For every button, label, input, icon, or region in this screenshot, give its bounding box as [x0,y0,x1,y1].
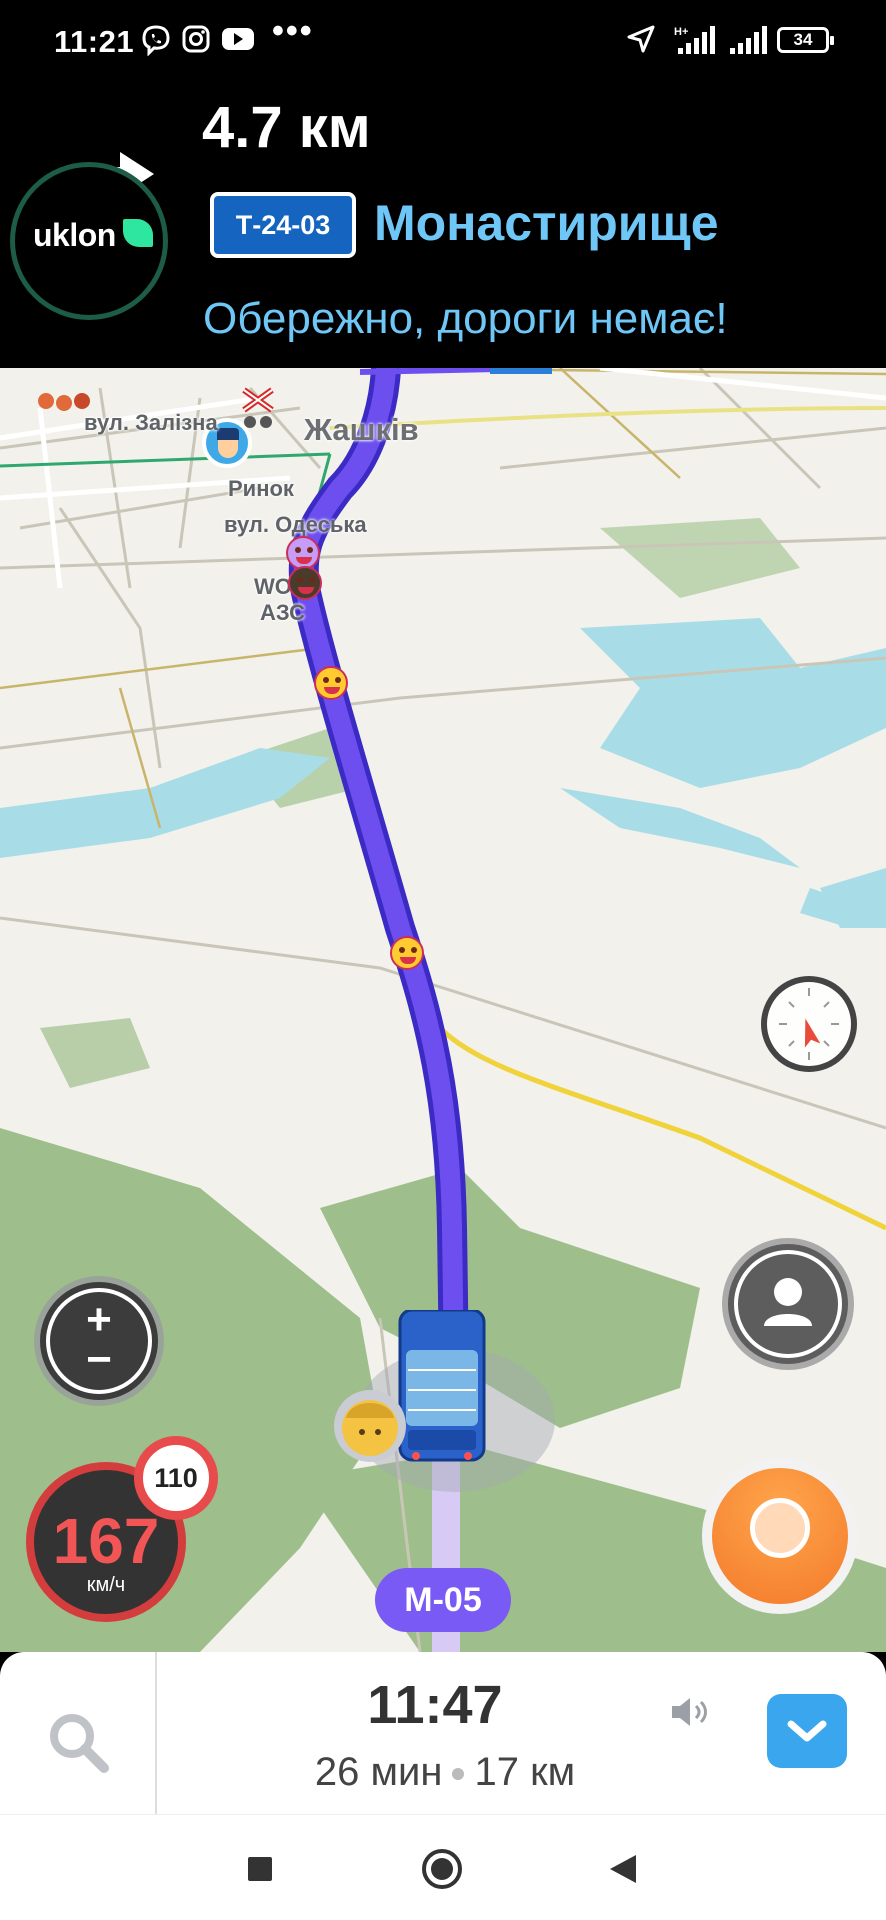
back-icon[interactable] [608,1853,638,1885]
chevron-down-icon [787,1720,827,1742]
wazer-pin[interactable] [286,536,320,570]
signal-icon [730,26,767,54]
railway-crossing-icon [242,387,274,428]
instagram-icon [182,25,210,53]
speed-unit: км/ч [86,1574,126,1596]
map-view[interactable]: вул. Залізна Жашків Ринок вул. Одеська W… [0,368,886,1652]
compass-button[interactable] [761,976,857,1072]
gas-station-label: АЗС [260,600,306,625]
battery-icon: 34 [777,27,834,53]
system-nav-bar [0,1814,886,1920]
trip-remaining: 26 мин 17 км [250,1750,640,1795]
wazer-avatar-icon [334,1390,406,1462]
trip-summary-bar[interactable]: 11:47 26 мин 17 км [0,1652,886,1814]
road-notice: Обережно, дороги немає! [203,294,728,343]
location-arrow-icon [627,25,655,53]
wazer-pin[interactable] [288,566,322,600]
svg-text:H+: H+ [674,26,688,38]
status-time: 11:21 [54,24,135,59]
sound-icon[interactable] [668,1692,712,1732]
next-street-name: Монастирище [374,195,719,251]
recents-icon[interactable] [246,1855,274,1883]
viber-icon [142,25,170,56]
separator-dot [452,1768,465,1781]
more-dots-icon: ••• [272,12,314,50]
market-label: Ринок [228,476,294,501]
report-button[interactable] [702,1458,858,1614]
zoom-plus-minus-icon: + − [46,1288,152,1394]
person-icon [764,1278,812,1326]
expand-button[interactable] [767,1694,847,1768]
town-label: Жашків [304,412,419,447]
compass-icon [779,988,839,1060]
wazer-pin[interactable] [314,666,348,700]
trip-distance: 17 км [474,1750,576,1794]
youtube-icon [222,28,254,50]
home-icon[interactable] [420,1847,464,1891]
trip-duration: 26 мин [314,1750,443,1794]
uklon-logo-text: uklon [33,217,116,253]
highway-shield: M-05 [375,1568,511,1632]
arrival-time: 11:47 [367,1675,503,1735]
contacts-button[interactable] [722,1238,854,1370]
search-icon [50,1714,109,1773]
road-number-shield: Т-24-03 [210,192,356,258]
street-label: вул. Одеська [224,512,367,537]
zoom-button[interactable]: + − [34,1276,164,1406]
status-bar: 11:21 ••• H+ 34 [0,0,886,82]
street-label: вул. Залізна [84,410,218,435]
search-button[interactable] [0,1652,157,1814]
signal-h-plus-icon: H+ [674,26,715,54]
uklon-leaf-icon [123,219,153,247]
speed-limit-sign: 110 [134,1436,218,1520]
distance-to-turn: 4.7 км [202,95,371,160]
wazer-pin[interactable] [390,936,424,970]
battery-level: 34 [793,30,813,49]
uklon-floating-bubble[interactable]: uklon [10,162,168,320]
report-bubble-icon [750,1498,810,1558]
